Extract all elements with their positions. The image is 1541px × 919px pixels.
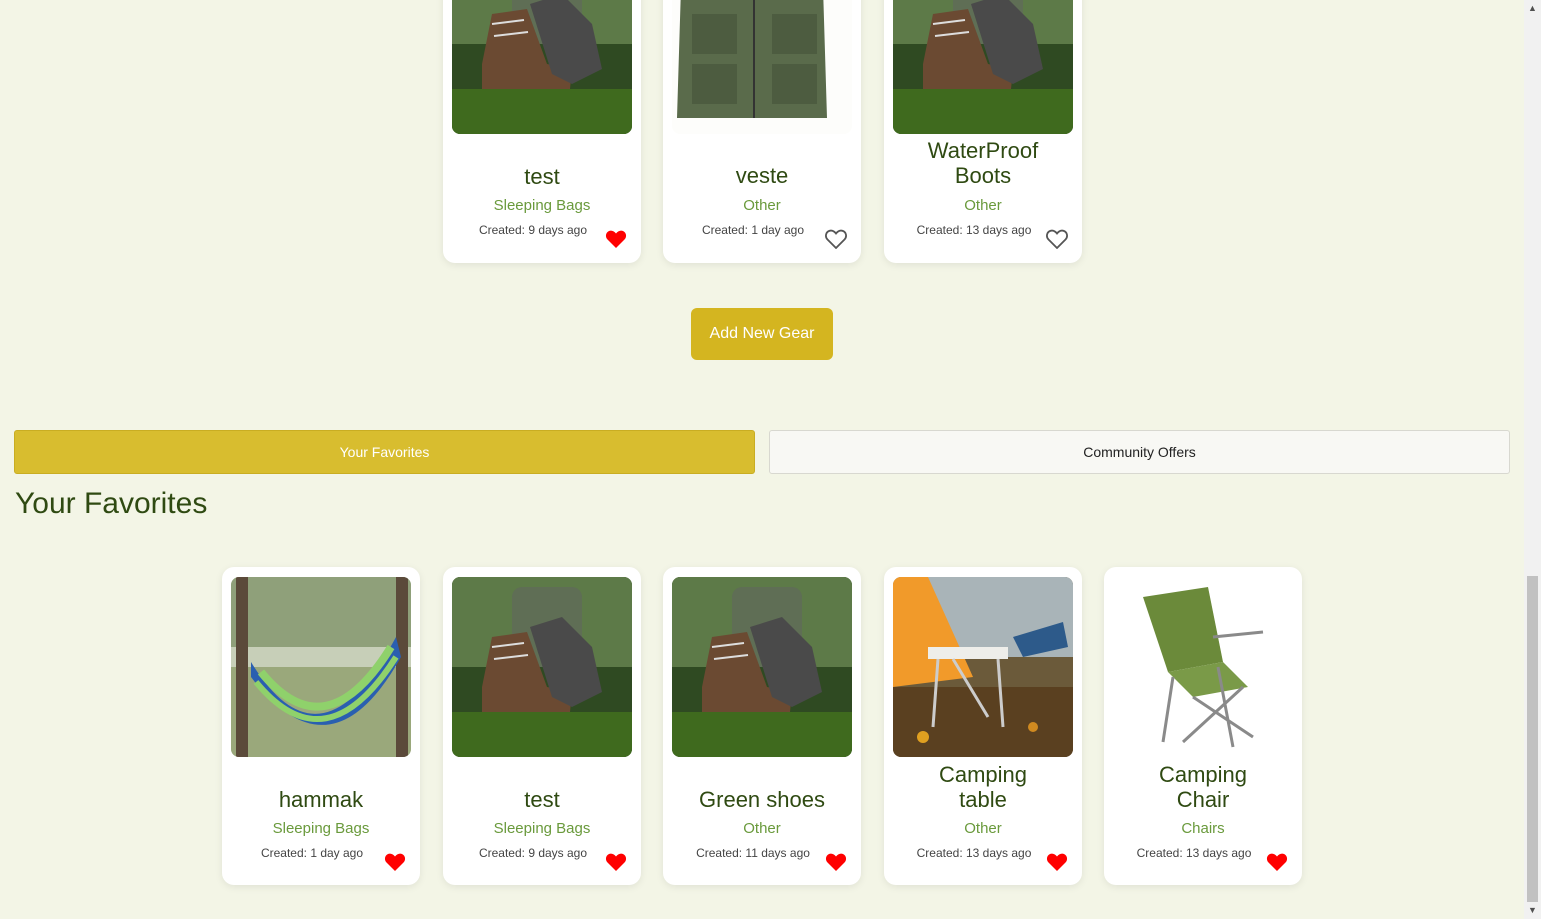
gear-created: Created: 13 days ago [916, 846, 1032, 860]
gear-category: Sleeping Bags [493, 820, 591, 837]
heart-icon[interactable] [825, 852, 847, 872]
gear-created: Created: 13 days ago [916, 223, 1032, 237]
gear-image [893, 0, 1073, 134]
heart-icon[interactable] [1266, 852, 1288, 872]
favorite-card[interactable]: test Sleeping Bags Created: 9 days ago [443, 567, 641, 885]
gear-title: Camping table [938, 762, 1028, 812]
gear-title: WaterProof Boots [927, 138, 1039, 188]
favorite-card[interactable]: Camping table Other Created: 13 days ago [884, 567, 1082, 885]
gear-image [452, 577, 632, 757]
heart-icon[interactable] [1046, 229, 1068, 249]
boots-photo [893, 0, 1073, 134]
hammock-photo [231, 577, 411, 757]
tab-your-favorites[interactable]: Your Favorites [14, 430, 755, 474]
gear-title: Camping Chair [1158, 762, 1248, 812]
scroll-down-arrow-icon[interactable]: ▼ [1524, 902, 1541, 919]
gear-title: veste [735, 163, 789, 188]
gear-image [672, 0, 852, 134]
favorite-card[interactable]: hammak Sleeping Bags Created: 1 day ago [222, 567, 420, 885]
section-title: Your Favorites [15, 487, 208, 520]
tab-community-offers[interactable]: Community Offers [769, 430, 1510, 474]
gear-title: test [524, 164, 560, 189]
gear-category: Other [964, 197, 1002, 214]
gear-created: Created: 11 days ago [696, 846, 810, 860]
gear-category: Other [743, 820, 781, 837]
heart-icon[interactable] [605, 229, 627, 249]
gear-card[interactable]: veste Other Created: 1 day ago [663, 0, 861, 263]
gear-card[interactable]: test Sleeping Bags Created: 9 days ago [443, 0, 641, 263]
page: test Sleeping Bags Created: 9 days ago v… [0, 0, 1524, 919]
vest-photo [672, 0, 852, 134]
gear-category: Chairs [1181, 820, 1225, 837]
gear-category: Other [743, 197, 781, 214]
vertical-scrollbar[interactable]: ▲ ▼ [1524, 0, 1541, 919]
scroll-thumb[interactable] [1527, 576, 1538, 902]
gear-image [893, 577, 1073, 757]
boots-photo [672, 577, 852, 757]
heart-icon[interactable] [384, 852, 406, 872]
gear-image [672, 577, 852, 757]
heart-icon[interactable] [605, 852, 627, 872]
scroll-up-arrow-icon[interactable]: ▲ [1524, 0, 1541, 17]
gear-created: Created: 13 days ago [1136, 846, 1252, 860]
gear-title: Green shoes [699, 787, 825, 812]
gear-image [1113, 577, 1293, 757]
heart-icon[interactable] [825, 229, 847, 249]
boots-photo [452, 0, 632, 134]
add-new-gear-button[interactable]: Add New Gear [691, 308, 833, 360]
boots-photo [452, 577, 632, 757]
favorite-card[interactable]: Camping Chair Chairs Created: 13 days ag… [1104, 567, 1302, 885]
gear-created: Created: 1 day ago [701, 223, 805, 237]
gear-title: test [524, 787, 560, 812]
favorite-card[interactable]: Green shoes Other Created: 11 days ago [663, 567, 861, 885]
gear-category: Other [964, 820, 1002, 837]
gear-image [231, 577, 411, 757]
gear-card[interactable]: WaterProof Boots Other Created: 13 days … [884, 0, 1082, 263]
camping-chair-photo [1113, 577, 1293, 757]
gear-image [452, 0, 632, 134]
gear-title: hammak [278, 787, 364, 812]
gear-created: Created: 1 day ago [260, 846, 364, 860]
heart-icon[interactable] [1046, 852, 1068, 872]
gear-category: Sleeping Bags [272, 820, 370, 837]
gear-category: Sleeping Bags [493, 197, 591, 214]
gear-created: Created: 9 days ago [478, 846, 588, 860]
gear-created: Created: 9 days ago [478, 223, 588, 237]
camping-table-photo [893, 577, 1073, 757]
